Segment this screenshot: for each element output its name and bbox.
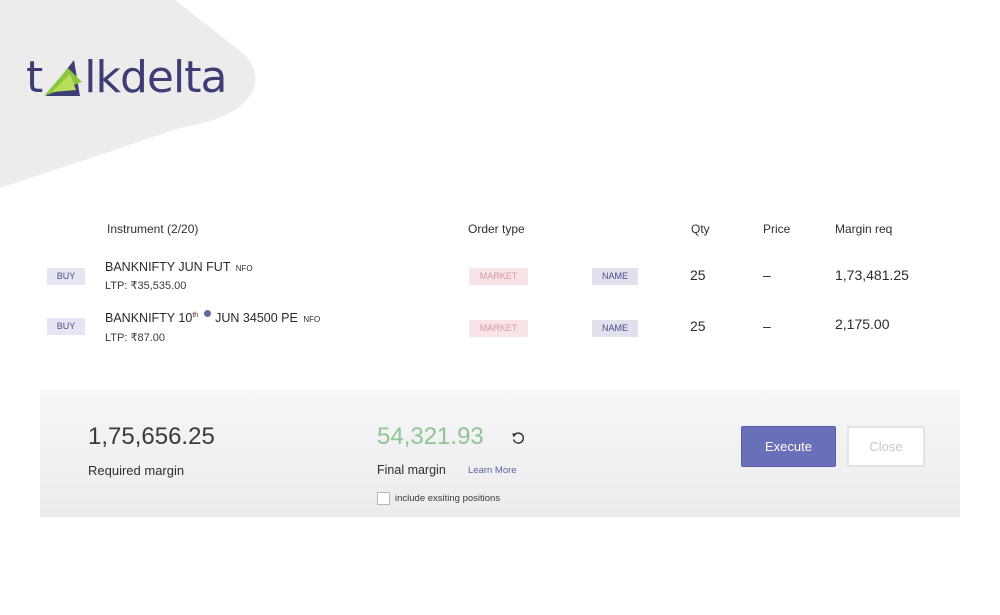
qty-header: Qty [691, 222, 710, 236]
order-type-tag[interactable]: MARKET [469, 320, 528, 337]
instrument-symbol: BANKNIFTY JUN FUT [105, 260, 231, 274]
price-value[interactable]: – [763, 267, 771, 283]
buy-tag[interactable]: BUY [47, 318, 85, 335]
product-tag[interactable]: NAME [592, 268, 638, 285]
expiry-dot-icon [204, 310, 212, 317]
include-positions-label: include exsiting positions [395, 493, 501, 504]
price-header: Price [763, 222, 791, 236]
refresh-icon[interactable] [511, 431, 525, 445]
table-row: BUY BANKNIFTY 10th JUN 34500 PE NFO LTP: … [0, 310, 1000, 351]
logo-triangle-icon [44, 60, 83, 96]
exchange-label: NFO [235, 264, 253, 273]
instrument-symbol: BANKNIFTY 10 [105, 311, 193, 325]
logo-letter-t: t [26, 52, 43, 103]
margin-value: 1,73,481.25 [835, 267, 909, 283]
ordinal-suffix: th [192, 311, 199, 319]
order-type-tag[interactable]: MARKET [469, 268, 528, 285]
learn-more-link[interactable]: Learn More [468, 465, 517, 476]
qty-value[interactable]: 25 [690, 318, 706, 334]
price-value[interactable]: – [763, 318, 771, 334]
required-margin-label: Required margin [88, 463, 185, 478]
buy-tag[interactable]: BUY [47, 268, 85, 285]
qty-value[interactable]: 25 [690, 267, 706, 283]
product-tag[interactable]: NAME [592, 320, 638, 337]
margin-header: Margin req [835, 222, 893, 236]
instrument-header: Instrument (2/20) [107, 222, 199, 236]
include-positions-checkbox[interactable] [377, 492, 390, 505]
execute-button[interactable]: Execute [741, 426, 836, 467]
instrument-contract: JUN 34500 PE [215, 311, 298, 325]
instrument-name: BANKNIFTY 10th JUN 34500 PE NFO [105, 310, 321, 325]
order-type-header: Order type [468, 222, 525, 236]
required-margin-value: 1,75,656.25 [88, 423, 215, 450]
margin-summary-panel: 1,75,656.25 Required margin 54,321.93 Fi… [40, 390, 960, 517]
margin-value: 2,175.00 [835, 316, 890, 332]
final-margin-label: Final margin [377, 463, 446, 477]
talkdelta-logo: t lkdelta [26, 52, 227, 103]
table-row: BUY BANKNIFTY JUN FUT NFO LTP: ₹35,535.0… [0, 260, 1000, 300]
instrument-name: BANKNIFTY JUN FUT NFO [105, 260, 253, 274]
ltp-label: LTP: ₹35,535.00 [105, 280, 187, 292]
close-button[interactable]: Close [847, 426, 925, 467]
table-header: Instrument (2/20) Order type Qty Price M… [0, 222, 1000, 238]
ltp-label: LTP: ₹87.00 [105, 332, 165, 344]
exchange-label: NFO [303, 315, 321, 324]
logo-text: lkdelta [84, 52, 227, 103]
final-margin-value: 54,321.93 [377, 423, 484, 450]
